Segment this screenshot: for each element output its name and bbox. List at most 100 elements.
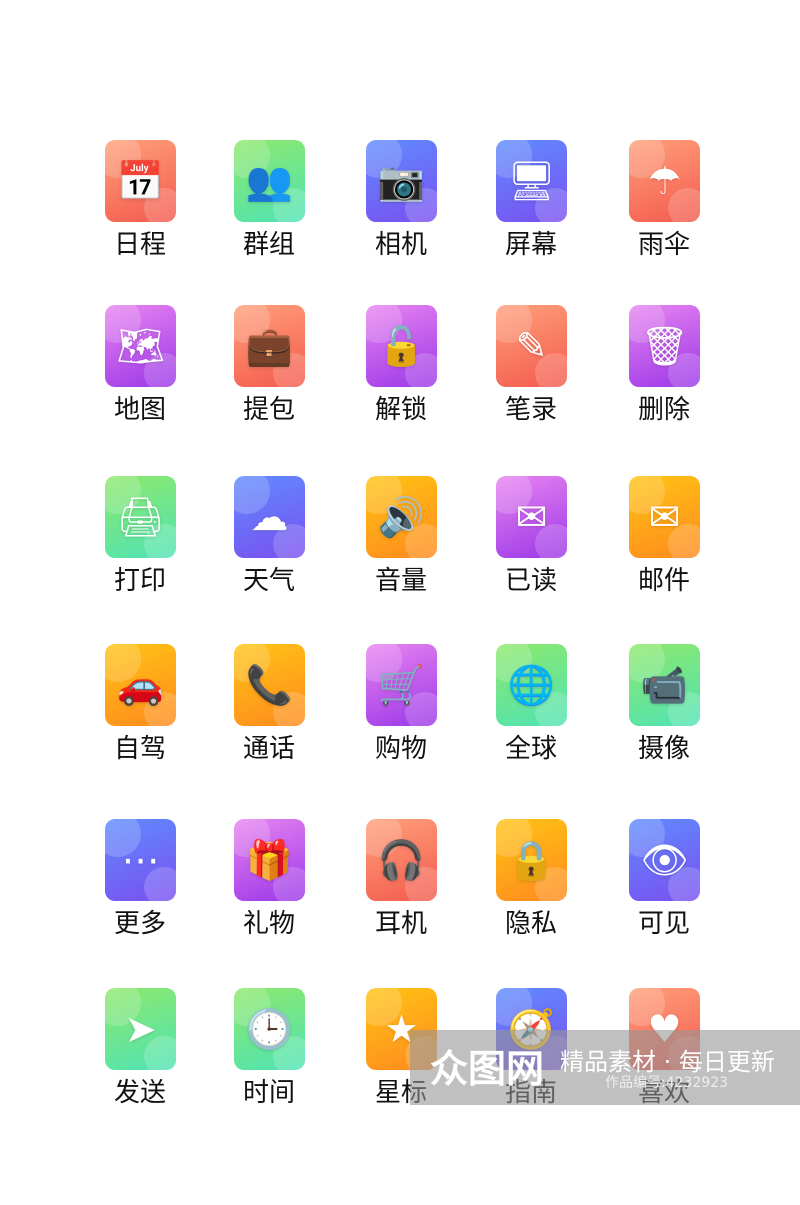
app-tile[interactable]: ⋯ bbox=[105, 819, 176, 901]
app-label: 地图 bbox=[113, 395, 166, 425]
app-label: 雨伞 bbox=[637, 230, 690, 260]
mail-icon: ✉ bbox=[648, 495, 681, 539]
pen-icon: ✎ bbox=[515, 324, 548, 368]
app-icon-item[interactable]: 📞 通话 bbox=[204, 644, 334, 794]
app-icon-item[interactable]: 🔊 音量 bbox=[336, 476, 466, 626]
app-tile[interactable]: 🗺 bbox=[105, 305, 176, 387]
app-icon-item[interactable]: 🚗 自驾 bbox=[75, 644, 205, 794]
app-label: 隐私 bbox=[504, 909, 557, 939]
app-label: 屏幕 bbox=[504, 230, 557, 260]
send-icon: ➤ bbox=[124, 1007, 157, 1051]
app-icon-item[interactable]: 📷 相机 bbox=[336, 140, 466, 290]
video-camera-icon: 📹 bbox=[640, 663, 689, 707]
app-icon-item[interactable]: 🕒 时间 bbox=[204, 988, 334, 1138]
lock-icon: 🔒 bbox=[507, 838, 556, 882]
watermark-id: 作品编号:4232923 bbox=[605, 1075, 729, 1091]
app-label: 购物 bbox=[374, 734, 427, 764]
app-icon-item[interactable]: 📅 日程 bbox=[75, 140, 205, 290]
app-icon-item[interactable]: 🖥 屏幕 bbox=[466, 140, 596, 290]
monitor-icon: 🖥 bbox=[507, 159, 556, 203]
app-tile[interactable]: 🔓 bbox=[366, 305, 437, 387]
cloud-icon: ☁ bbox=[250, 495, 289, 539]
app-icon-item[interactable]: 🖨 打印 bbox=[75, 476, 205, 626]
app-label: 群组 bbox=[242, 230, 295, 260]
app-label: 邮件 bbox=[637, 566, 690, 596]
app-tile[interactable]: 🎁 bbox=[234, 819, 305, 901]
app-tile[interactable]: 🖥 bbox=[496, 140, 567, 222]
map-icon: 🗺 bbox=[116, 324, 165, 368]
app-tile[interactable]: 🛒 bbox=[366, 644, 437, 726]
app-tile[interactable]: 🗑 bbox=[629, 305, 700, 387]
app-label: 礼物 bbox=[242, 909, 295, 939]
app-icon-item[interactable]: ✉ 已读 bbox=[466, 476, 596, 626]
app-label: 耳机 bbox=[374, 909, 427, 939]
group-icon: 👥 bbox=[245, 159, 294, 203]
trash-icon: 🗑 bbox=[640, 324, 689, 368]
camera-icon: 📷 bbox=[377, 159, 426, 203]
app-icon-item[interactable]: ➤ 发送 bbox=[75, 988, 205, 1138]
app-tile[interactable]: 🌐 bbox=[496, 644, 567, 726]
app-icon-item[interactable]: 🎁 礼物 bbox=[204, 819, 334, 969]
app-label: 删除 bbox=[637, 395, 690, 425]
car-icon: 🚗 bbox=[116, 663, 165, 707]
headphones-icon: 🎧 bbox=[377, 838, 426, 882]
app-label: 更多 bbox=[113, 909, 166, 939]
app-icon-item[interactable]: 🛒 购物 bbox=[336, 644, 466, 794]
unlock-icon: 🔓 bbox=[377, 324, 426, 368]
app-label: 打印 bbox=[113, 566, 166, 596]
app-label: 已读 bbox=[504, 566, 557, 596]
app-tile[interactable]: ✎ bbox=[496, 305, 567, 387]
app-tile[interactable]: 📷 bbox=[366, 140, 437, 222]
app-tile[interactable]: 👁 bbox=[629, 819, 700, 901]
app-icon-item[interactable]: ☁ 天气 bbox=[204, 476, 334, 626]
app-icon-item[interactable]: ✎ 笔录 bbox=[466, 305, 596, 455]
app-label: 全球 bbox=[504, 734, 557, 764]
app-icon-item[interactable]: ✉ 邮件 bbox=[599, 476, 729, 626]
eye-icon: 👁 bbox=[640, 838, 689, 882]
watermark: 众图网 精品素材 · 每日更新 作品编号:4232923 bbox=[410, 1030, 800, 1105]
app-tile[interactable]: ✉ bbox=[629, 476, 700, 558]
app-tile[interactable]: 🖨 bbox=[105, 476, 176, 558]
app-label: 笔录 bbox=[504, 395, 557, 425]
app-icon-item[interactable]: 🗺 地图 bbox=[75, 305, 205, 455]
app-label: 音量 bbox=[374, 566, 427, 596]
app-icon-item[interactable]: ⋯ 更多 bbox=[75, 819, 205, 969]
app-label: 天气 bbox=[242, 566, 295, 596]
app-tile[interactable]: 🚗 bbox=[105, 644, 176, 726]
app-tile[interactable]: ☂ bbox=[629, 140, 700, 222]
app-icon-item[interactable]: 🔒 隐私 bbox=[466, 819, 596, 969]
app-icon-item[interactable]: 🔓 解锁 bbox=[336, 305, 466, 455]
calendar-icon: 📅 bbox=[116, 159, 165, 203]
cart-icon: 🛒 bbox=[377, 663, 426, 707]
app-tile[interactable]: ✉ bbox=[496, 476, 567, 558]
app-tile[interactable]: 🔒 bbox=[496, 819, 567, 901]
app-label: 自驾 bbox=[113, 734, 166, 764]
app-label: 通话 bbox=[242, 734, 295, 764]
app-label: 时间 bbox=[242, 1078, 295, 1108]
app-tile[interactable]: ☁ bbox=[234, 476, 305, 558]
volume-icon: 🔊 bbox=[377, 495, 426, 539]
app-icon-item[interactable]: 👁 可见 bbox=[599, 819, 729, 969]
app-tile[interactable]: 👥 bbox=[234, 140, 305, 222]
app-icon-item[interactable]: 🌐 全球 bbox=[466, 644, 596, 794]
app-tile[interactable]: 📞 bbox=[234, 644, 305, 726]
app-label: 提包 bbox=[242, 395, 295, 425]
app-label: 相机 bbox=[374, 230, 427, 260]
app-label: 日程 bbox=[113, 230, 166, 260]
app-tile[interactable]: 💼 bbox=[234, 305, 305, 387]
more-icon: ⋯ bbox=[121, 838, 160, 882]
umbrella-icon: ☂ bbox=[647, 159, 682, 203]
app-icon-item[interactable]: 🎧 耳机 bbox=[336, 819, 466, 969]
app-tile[interactable]: 🕒 bbox=[234, 988, 305, 1070]
app-icon-item[interactable]: ☂ 雨伞 bbox=[599, 140, 729, 290]
bag-icon: 💼 bbox=[245, 324, 294, 368]
app-tile[interactable]: 📅 bbox=[105, 140, 176, 222]
app-tile[interactable]: ➤ bbox=[105, 988, 176, 1070]
app-tile[interactable]: 🔊 bbox=[366, 476, 437, 558]
app-icon-item[interactable]: 🗑 删除 bbox=[599, 305, 729, 455]
app-icon-item[interactable]: 📹 摄像 bbox=[599, 644, 729, 794]
app-icon-item[interactable]: 👥 群组 bbox=[204, 140, 334, 290]
app-icon-item[interactable]: 💼 提包 bbox=[204, 305, 334, 455]
app-tile[interactable]: 🎧 bbox=[366, 819, 437, 901]
app-tile[interactable]: 📹 bbox=[629, 644, 700, 726]
